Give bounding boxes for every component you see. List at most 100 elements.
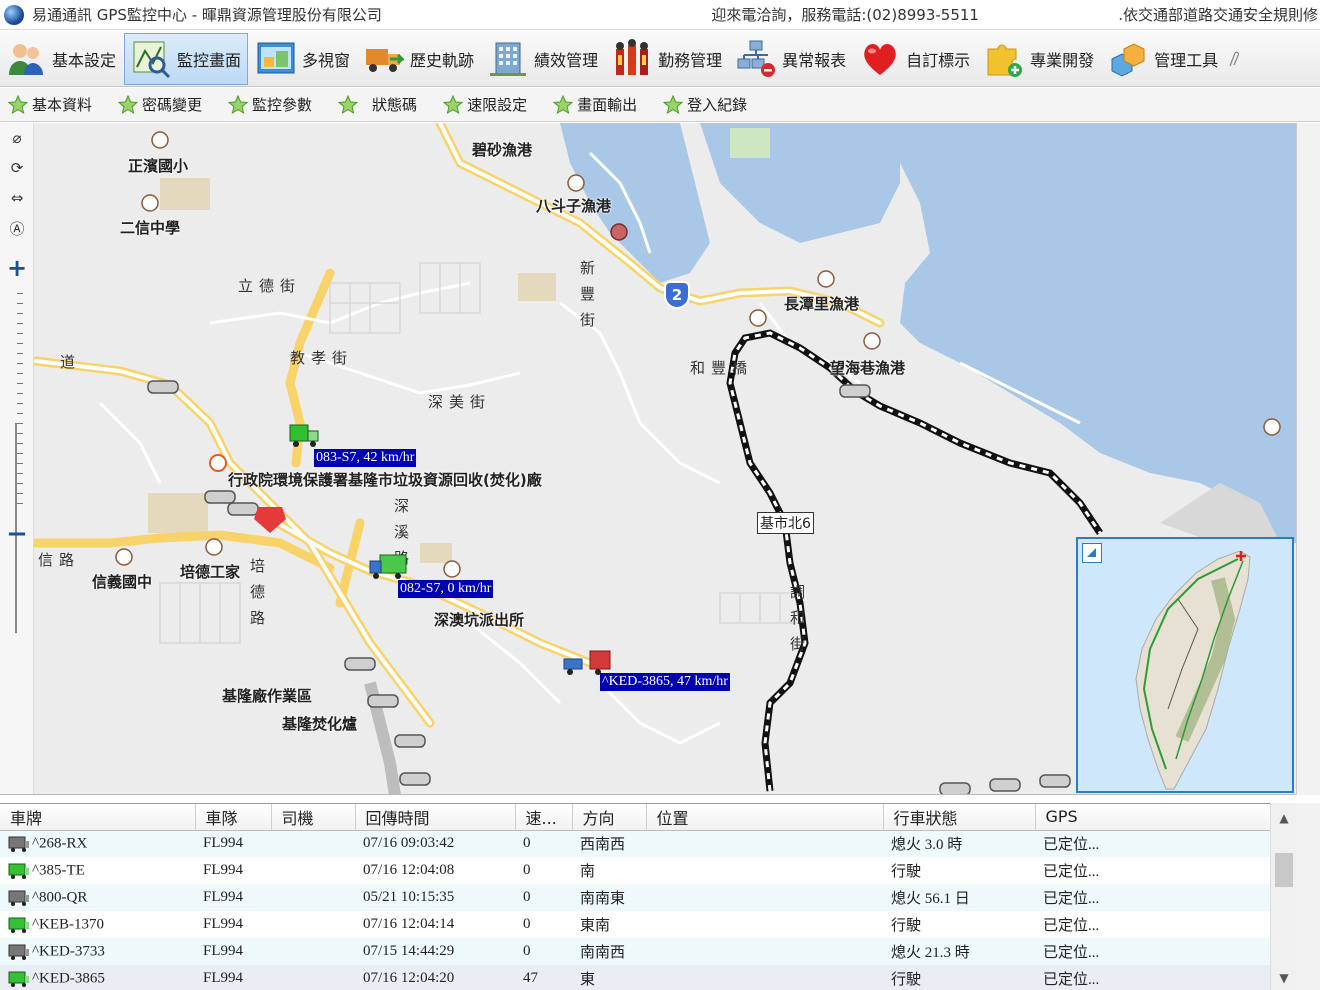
grid-scrollbar[interactable]: ▲ ▼ [1270, 803, 1296, 990]
menu-admin-tools[interactable]: 管理工具 [1102, 33, 1224, 85]
cell-time: 07/16 09:03:42 [355, 830, 515, 857]
vehicle-green-icon [8, 917, 29, 933]
cell-location [646, 857, 883, 884]
boxes-icon [1111, 42, 1145, 77]
submenu-monitor-params[interactable]: 監控參數 [220, 94, 312, 115]
submenu-screen-output[interactable]: 畫面輸出 [545, 94, 637, 115]
building-icon [490, 42, 527, 76]
scroll-up-icon[interactable]: ▲ [1271, 807, 1297, 829]
place-label: 信義國中 [92, 573, 153, 591]
cell-fleet: FL994 [195, 938, 271, 965]
vehicle-label[interactable]: ^KED-3865, 47 km/hr [600, 673, 730, 691]
vehicle-truck-icon[interactable] [368, 551, 410, 583]
table-row[interactable]: ^KEB-1370 FL994 07/16 12:04:14 0 東南 行駛 已… [0, 911, 1270, 938]
menu-label: 多視窗 [302, 50, 351, 70]
zoom-in-icon[interactable]: + [6, 254, 28, 282]
cell-fleet: FL994 [203, 862, 244, 878]
zoom-tick [17, 363, 23, 364]
scroll-down-icon[interactable]: ▼ [1271, 967, 1297, 989]
vehicle-truck-icon[interactable] [288, 419, 320, 451]
cell-status: 行駛 [891, 864, 922, 880]
menu-label: 績效管理 [534, 50, 599, 70]
map-view[interactable]: ⌀ ⟳ ⇔ Ⓐ + − 正濱國小 二信中學 碧砂漁港 八斗子漁港 長潭里漁港 望… [0, 123, 1296, 795]
menu-more[interactable] [1226, 33, 1252, 85]
submenu-label: 速限設定 [467, 96, 528, 114]
cell-driver [271, 911, 355, 938]
zoom-tick [17, 443, 23, 444]
submenu-password-change[interactable]: 密碼變更 [110, 94, 202, 115]
column-header-time[interactable]: 回傳時間 [355, 804, 516, 831]
star-icon [118, 94, 139, 114]
column-header-driver[interactable]: 司機 [271, 804, 356, 831]
menu-monitor-screen[interactable]: 監控畫面 [124, 32, 249, 85]
submenu-basic-info[interactable]: 基本資料 [0, 94, 92, 115]
cell-status: 行駛 [891, 918, 922, 934]
menu-label: 專業開發 [1030, 50, 1095, 70]
cell-gps: 已定位... [1035, 830, 1270, 857]
zoom-tick [17, 493, 23, 494]
table-row[interactable]: ^800-QR FL994 05/21 10:15:35 0 南南東 熄火 56… [0, 884, 1270, 911]
column-header-speed[interactable]: 速... [515, 804, 573, 831]
cell-time: 05/21 10:15:35 [355, 884, 515, 911]
route-shield: 2 [664, 281, 690, 309]
place-label: 望海巷漁港 [830, 359, 906, 377]
table-row[interactable]: ^KED-3865 FL994 07/16 12:04:20 47 東 行駛 已… [0, 965, 1270, 990]
cell-plate: ^800-QR [0, 884, 195, 911]
column-header-location[interactable]: 位置 [646, 804, 884, 831]
cell-time: 07/16 12:04:14 [363, 916, 455, 932]
label-toggle-icon[interactable]: Ⓐ [6, 217, 28, 239]
cell-plate: ^268-RX [0, 830, 195, 857]
place-label: 深澳坑派出所 [434, 611, 525, 629]
fit-extent-icon[interactable]: ⇔ [6, 187, 28, 209]
menu-basic-settings[interactable]: 基本設定 [0, 33, 122, 85]
menu-exception-report[interactable]: 異常報表 [730, 33, 852, 85]
cell-gps: 已定位... [1043, 864, 1100, 880]
cell-location [646, 884, 883, 911]
zoom-tick [17, 323, 23, 324]
cell-gps: 已定位... [1035, 884, 1270, 911]
street-label: 教孝街 [290, 349, 354, 367]
menu-professional-dev[interactable]: 專業開發 [978, 33, 1100, 85]
cell-fleet: FL994 [195, 965, 271, 990]
column-header-status[interactable]: 行車狀態 [883, 804, 1036, 831]
overview-toggle-button[interactable] [1082, 543, 1102, 563]
menu-history-track[interactable]: 歷史軌跡 [358, 33, 480, 85]
zoom-out-icon[interactable]: − [6, 519, 28, 549]
table-row[interactable]: ^385-TE FL994 07/16 12:04:08 0 南 行駛 已定位.… [0, 857, 1270, 884]
menu-custom-markers[interactable]: 自訂標示 [854, 33, 976, 85]
vehicle-label[interactable]: 082-S7, 0 km/hr [398, 580, 494, 598]
zoom-tick [17, 423, 23, 424]
zoom-tick [17, 403, 23, 404]
menu-multi-window[interactable]: 多視窗 [250, 33, 356, 85]
submenu-speed-limit[interactable]: 速限設定 [435, 94, 527, 115]
vehicle-label[interactable]: 083-S7, 42 km/hr [314, 449, 417, 467]
submenu-status-codes[interactable]: 狀態碼 [330, 94, 417, 115]
overview-map[interactable] [1076, 537, 1294, 793]
zoom-tick [17, 333, 23, 334]
submenu-label: 密碼變更 [142, 96, 203, 114]
cell-location [646, 938, 883, 965]
menu-label: 管理工具 [1154, 50, 1219, 70]
table-row[interactable]: ^268-RX FL994 07/16 09:03:42 0 西南西 熄火 3.… [0, 830, 1270, 857]
rotate-icon[interactable]: ⟳ [6, 157, 28, 179]
column-header-direction[interactable]: 方向 [572, 804, 647, 831]
table-row[interactable]: ^KED-3733 FL994 07/15 14:44:29 0 南南西 熄火 … [0, 938, 1270, 965]
place-label: 培德工家 [180, 563, 241, 581]
vehicle-grid: 車牌 車隊 司機 回傳時間 速... 方向 位置 行車狀態 GPS ^268-R… [0, 803, 1296, 990]
menu-label: 基本設定 [52, 50, 117, 70]
cell-plate: ^385-TE [0, 857, 195, 884]
column-header-fleet[interactable]: 車隊 [195, 804, 272, 831]
scroll-thumb[interactable] [1275, 853, 1293, 887]
cell-direction: 東南 [580, 918, 611, 934]
column-header-plate[interactable]: 車牌 [0, 804, 196, 831]
heart-icon [864, 43, 896, 75]
measure-tool-icon[interactable]: ⌀ [6, 127, 28, 149]
right-side-panel [1296, 123, 1320, 795]
road-sign: 基市北6 [757, 512, 814, 534]
cell-speed: 0 [515, 830, 572, 857]
menu-performance[interactable]: 績效管理 [482, 33, 604, 85]
zoom-tick [17, 373, 23, 374]
submenu-login-log[interactable]: 登入紀錄 [655, 94, 747, 115]
column-header-gps[interactable]: GPS [1035, 804, 1271, 831]
menu-duty-management[interactable]: 勤務管理 [606, 33, 728, 85]
